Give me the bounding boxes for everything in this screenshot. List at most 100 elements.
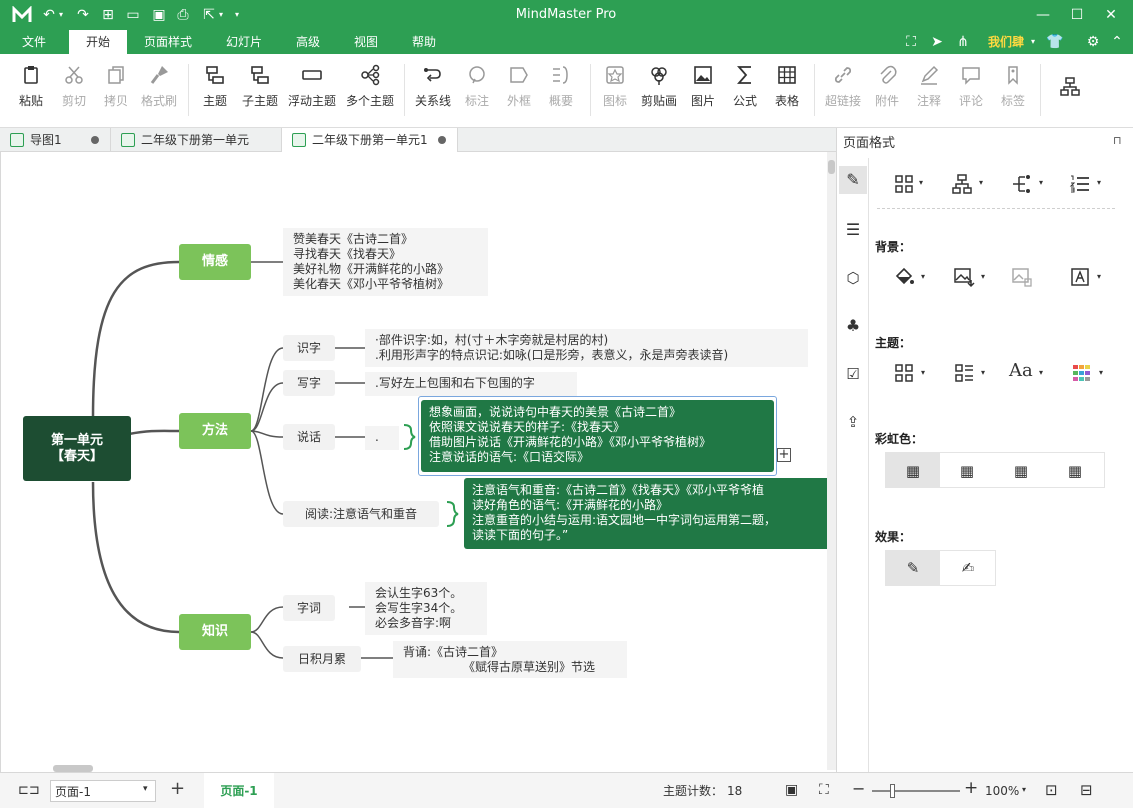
zoom-in-icon[interactable]: + (964, 778, 978, 798)
icon-button[interactable]: 图标 (598, 60, 632, 122)
undo-dropdown-icon[interactable]: ▾ (56, 6, 66, 24)
minimize-icon[interactable]: — (1034, 6, 1052, 24)
rainbow-option-4[interactable]: ▦ (1048, 453, 1102, 487)
menu-slides[interactable]: 幻灯片 (216, 30, 272, 54)
skin-icon[interactable]: 👕 (1046, 33, 1064, 51)
dropdown-arrow-icon[interactable]: ▾ (921, 272, 925, 281)
subtopic-button[interactable]: 子主题 (240, 60, 280, 122)
zoom-dropdown-icon[interactable]: ▾ (1022, 785, 1026, 794)
numbering-icon[interactable] (1069, 173, 1091, 195)
menu-help[interactable]: 帮助 (400, 30, 448, 54)
zoom-slider[interactable] (872, 784, 960, 798)
menu-page-style[interactable]: 页面样式 (136, 30, 200, 54)
quick-access-more-icon[interactable]: ▾ (232, 6, 242, 24)
fullscreen-icon[interactable]: ⛶ (902, 33, 920, 51)
user-name[interactable]: 我们肆 (988, 30, 1024, 54)
structure-icon[interactable] (951, 173, 973, 195)
remove-background-icon[interactable] (1011, 266, 1033, 288)
topic-button[interactable]: 主题 (196, 60, 234, 122)
clipart-tab-icon[interactable]: ♣ (839, 312, 867, 340)
theme-font-icon[interactable]: Aa (1009, 360, 1033, 381)
send-icon[interactable]: ➤ (928, 33, 946, 51)
dropdown-arrow-icon[interactable]: ▾ (1099, 368, 1103, 377)
maximize-icon[interactable]: ☐ (1068, 6, 1086, 24)
vertical-scrollbar[interactable] (827, 152, 836, 770)
dropdown-arrow-icon[interactable]: ▾ (919, 178, 923, 187)
multiple-topics-button[interactable]: 多个主题 (344, 60, 396, 122)
subtopic-yuedu[interactable]: 阅读:注意语气和重音 (283, 501, 439, 527)
list-tab-icon[interactable]: ☰ (839, 216, 867, 244)
branch-method[interactable]: 方法 (179, 413, 251, 449)
comment-button[interactable]: 评论 (954, 60, 988, 122)
rainbow-option-1[interactable]: ▦ (886, 453, 940, 487)
dropdown-arrow-icon[interactable]: ▾ (981, 368, 985, 377)
user-dropdown-icon[interactable]: ▾ (1028, 33, 1038, 51)
summary-button[interactable]: 概要 (544, 60, 578, 122)
open-folder-icon[interactable]: ▭ (124, 6, 142, 24)
branch-knowledge[interactable]: 知识 (179, 614, 251, 650)
jilei-notes[interactable]: 背诵:《古诗二首》 《赋得古原草送别》节选 (393, 641, 627, 678)
layout-grid-icon[interactable] (893, 173, 915, 195)
shuohua-note[interactable]: . (365, 426, 399, 450)
zoom-level[interactable]: 100% (985, 773, 1019, 809)
zoom-out-icon[interactable]: − (852, 779, 865, 798)
print-icon[interactable]: ⎙ (174, 6, 192, 24)
yuedu-summary-box[interactable]: 注意语气和重音:《古诗二首》《找春天》《邓小平爷爷植 读好角色的语气:《开满鲜花… (464, 478, 836, 549)
pin-icon[interactable]: ⊓ (1113, 134, 1122, 147)
close-icon[interactable]: ✕ (1102, 6, 1120, 24)
page-tab[interactable]: 页面-1 (204, 773, 274, 809)
dropdown-arrow-icon[interactable]: ▾ (979, 178, 983, 187)
root-topic[interactable]: 第一单元 【春天】 (23, 416, 131, 481)
settings-icon[interactable]: ⚙ (1084, 33, 1102, 51)
redo-icon[interactable]: ↷ (74, 6, 92, 24)
zoom-slider-thumb[interactable] (890, 784, 895, 798)
background-image-icon[interactable] (953, 266, 975, 288)
dropdown-arrow-icon[interactable]: ▾ (1039, 178, 1043, 187)
menu-file[interactable]: 文件 (10, 30, 58, 54)
page-format-tab-icon[interactable]: ✎ (839, 166, 867, 194)
paste-button[interactable]: 粘贴 (12, 60, 50, 122)
attachment-button[interactable]: 附件 (870, 60, 904, 122)
share-icon[interactable]: ⋔ (954, 33, 972, 51)
callout-button[interactable]: 标注 (460, 60, 494, 122)
shizi-notes[interactable]: ·部件识字:如，村(寸＋木字旁就是村居的村) .利用形声字的特点识记:如咏(口是… (365, 329, 808, 367)
unsaved-dot-icon[interactable] (91, 136, 99, 144)
tag-button[interactable]: 标签 (996, 60, 1030, 122)
page-select[interactable]: 页面-1 ▾ (50, 780, 156, 802)
save-icon[interactable]: ▣ (150, 6, 168, 24)
add-page-icon[interactable]: + (170, 778, 185, 799)
subtopic-ciyu[interactable]: 字词 (283, 595, 335, 621)
hyperlink-button[interactable]: 超链接 (822, 60, 864, 122)
expand-plus-icon[interactable]: + (777, 448, 791, 462)
rainbow-option-3[interactable]: ▦ (994, 453, 1048, 487)
export-dropdown-icon[interactable]: ▾ (216, 6, 226, 24)
menu-home[interactable]: 开始 (69, 30, 127, 54)
task-tab-icon[interactable]: ☑ (839, 360, 867, 388)
connector-style-icon[interactable] (1011, 173, 1033, 195)
tab-unit1-copy[interactable]: 二年级下册第一单元1 (282, 128, 458, 152)
collapse-panel-icon[interactable]: ⊟ (1080, 781, 1093, 799)
relationship-button[interactable]: 关系线 (412, 60, 454, 122)
unsaved-dot-icon[interactable] (438, 136, 446, 144)
page-list-icon[interactable]: ⊏⊐ (18, 783, 40, 798)
emotion-notes[interactable]: 赞美春天《古诗二首》 寻找春天《找春天》 美好礼物《开满鲜花的小路》 美化春天《… (283, 228, 488, 296)
formula-button[interactable]: 公式 (728, 60, 762, 122)
boundary-button[interactable]: 外框 (502, 60, 536, 122)
clipart-button[interactable]: 剪贴画 (638, 60, 680, 122)
subtopic-jilei[interactable]: 日积月累 (283, 646, 361, 672)
copy-button[interactable]: 拷贝 (97, 60, 135, 122)
menu-advanced[interactable]: 高级 (284, 30, 332, 54)
theme-color-icon[interactable] (1071, 362, 1093, 384)
mindmap-canvas[interactable]: 第一单元 【春天】 情感 方法 知识 赞美春天《古诗二首》 寻找春天《找春天》 … (0, 152, 836, 772)
theme-layout-icon[interactable] (893, 362, 915, 384)
note-button[interactable]: 注释 (912, 60, 946, 122)
icon-tab-icon[interactable]: ⬡ (839, 264, 867, 292)
vertical-scroll-thumb[interactable] (828, 160, 835, 174)
effect-option-1[interactable]: ✎ (886, 551, 940, 585)
ciyu-notes[interactable]: 会认生字63个。 会写生字34个。 必会多音字:啊 (365, 582, 487, 635)
new-file-icon[interactable]: ⊞ (99, 6, 117, 24)
export-tab-icon[interactable]: ⇪ (839, 408, 867, 436)
subtopic-xiezi[interactable]: 写字 (283, 370, 335, 396)
dropdown-arrow-icon[interactable]: ▾ (981, 272, 985, 281)
branch-emotion[interactable]: 情感 (179, 244, 251, 280)
